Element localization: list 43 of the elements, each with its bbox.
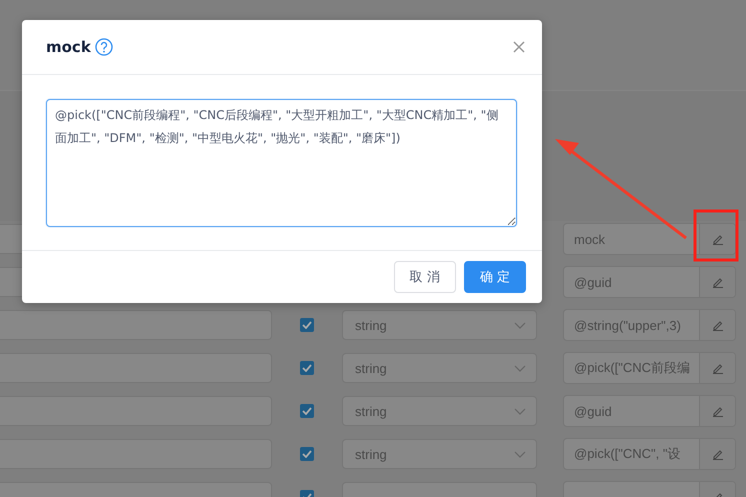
mock-value: @string("upper",3): [574, 318, 681, 332]
edit-button[interactable]: [699, 267, 735, 297]
mock-field[interactable]: @guid: [563, 395, 736, 427]
pencil-icon: [712, 319, 724, 331]
mock-field[interactable]: @pick(["CNC前段编: [563, 352, 736, 384]
pencil-icon: [712, 276, 724, 288]
mock-field[interactable]: @pick(["CNC", "设: [563, 438, 736, 470]
mock-field[interactable]: @string("upper",3): [563, 309, 736, 341]
highlight-frame: [694, 210, 738, 262]
edit-button[interactable]: [699, 224, 735, 254]
chevron-down-icon: [514, 322, 526, 328]
mock-value: @pick(["CNC", "设: [574, 445, 680, 463]
mock-field[interactable]: mock: [563, 223, 736, 255]
type-select[interactable]: string: [342, 310, 537, 340]
checkbox[interactable]: [300, 447, 314, 461]
pencil-icon: [712, 448, 724, 460]
type-select[interactable]: string: [342, 353, 537, 383]
pencil-icon: [712, 233, 724, 245]
type-select[interactable]: string: [342, 396, 537, 426]
edit-button[interactable]: [699, 439, 735, 469]
mock-value: @pick(["CNC前段编: [574, 359, 690, 377]
chevron-down-icon: [514, 408, 526, 414]
mock-value: @guid: [574, 404, 612, 418]
mock-textarea[interactable]: @pick(["CNC前段编程", "CNC后段编程", "大型开粗加工", "大型CNC精加工", "侧面加工", "DFM", "检测", "中型电火花", "抛光", "装配", "磨床"]): [46, 99, 517, 227]
type-select[interactable]: string: [342, 439, 537, 469]
close-button[interactable]: [512, 40, 526, 54]
cancel-button[interactable]: 取 消: [394, 261, 456, 293]
edit-button[interactable]: [699, 310, 735, 340]
checkbox[interactable]: [300, 318, 314, 332]
checkbox[interactable]: [300, 361, 314, 375]
pencil-icon: [712, 362, 724, 374]
chevron-down-icon: [514, 450, 526, 458]
pencil-icon: [712, 405, 724, 417]
mock-value: mock: [574, 232, 606, 246]
mock-value: @guid: [574, 274, 612, 290]
edit-button[interactable]: [699, 353, 735, 383]
edit-button[interactable]: [699, 396, 735, 426]
chevron-down-icon: [514, 364, 526, 372]
confirm-button[interactable]: 确 定: [464, 261, 526, 293]
help-icon[interactable]: [94, 38, 113, 56]
checkbox[interactable]: [300, 404, 314, 418]
mock-field[interactable]: @guid: [563, 266, 736, 298]
dialog-title: mock: [46, 38, 91, 56]
